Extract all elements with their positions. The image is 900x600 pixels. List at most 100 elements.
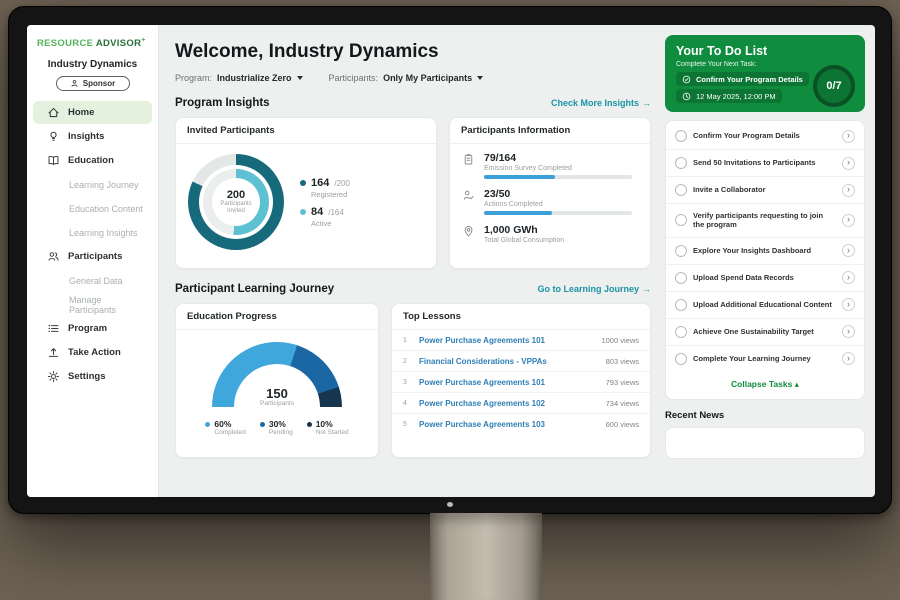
- sidebar-item-label: Home: [68, 107, 94, 118]
- info-value: 23/50: [484, 188, 638, 200]
- task-checkbox[interactable]: [675, 130, 687, 142]
- actions-icon: [462, 188, 476, 215]
- progress-bar: [484, 175, 632, 179]
- upload-icon: [47, 346, 60, 359]
- legend-value: 84: [311, 206, 323, 218]
- sidebar-item-label: Take Action: [68, 347, 121, 358]
- lesson-rank: 1: [403, 337, 411, 344]
- arrow-right-icon: →: [642, 284, 651, 294]
- sidebar-item-label: Participants: [68, 251, 122, 262]
- todo-task[interactable]: Verify participants requesting to join t…: [666, 204, 864, 238]
- sidebar-item-participants[interactable]: Participants: [33, 245, 152, 268]
- task-checkbox[interactable]: [675, 299, 687, 311]
- legend-item-registered: 164 /200 Registered: [300, 177, 350, 199]
- top-lessons-card: Top Lessons 1 Power Purchase Agreements …: [391, 303, 651, 458]
- task-checkbox[interactable]: [675, 245, 687, 257]
- chevron-right-icon[interactable]: ›: [842, 325, 855, 338]
- sidebar-item-learning-journey[interactable]: Learning Journey: [33, 173, 152, 196]
- main-content: Welcome, Industry Dynamics Program: Indu…: [159, 25, 663, 497]
- task-checkbox[interactable]: [675, 326, 687, 338]
- education-progress-card: Education Progress 150 Participants: [175, 303, 379, 458]
- sidebar-item-manage-participants[interactable]: Manage Participants: [33, 293, 152, 316]
- go-to-learning-journey-link[interactable]: Go to Learning Journey→: [537, 284, 651, 294]
- todo-task[interactable]: Upload Spend Data Records ›: [666, 265, 864, 292]
- chevron-right-icon[interactable]: ›: [842, 244, 855, 257]
- collapse-tasks-button[interactable]: Collapse Tasks ▴: [666, 372, 864, 397]
- info-row-actions: 23/50 Actions Completed: [462, 188, 638, 215]
- lessons-list: 1 Power Purchase Agreements 101 1000 vie…: [392, 330, 650, 434]
- sidebar-item-take-action[interactable]: Take Action: [33, 341, 152, 364]
- sidebar-item-settings[interactable]: Settings: [33, 365, 152, 388]
- bulb-icon: [47, 130, 60, 143]
- todo-task[interactable]: Achieve One Sustainability Target ›: [666, 319, 864, 346]
- chevron-down-icon: [297, 76, 303, 80]
- sidebar-item-insights[interactable]: Insights: [33, 125, 152, 148]
- recent-news-title: Recent News: [665, 410, 865, 421]
- filters-bar: Program: Industrialize Zero Participants…: [175, 73, 651, 83]
- participants-select[interactable]: Only My Participants: [383, 73, 483, 83]
- info-label: Actions Completed: [484, 201, 638, 208]
- invited-participants-card: Invited Participants 200 Participants In…: [175, 117, 437, 269]
- legend-label: Registered: [311, 190, 350, 199]
- info-row-consumption: 1,000 GWh Total Global Consumption: [462, 224, 638, 247]
- sidebar-nav: Home Insights Education Learning Journey: [27, 101, 158, 388]
- lesson-rank: 4: [403, 400, 411, 407]
- chevron-right-icon[interactable]: ›: [842, 184, 855, 197]
- chevron-right-icon[interactable]: ›: [842, 130, 855, 143]
- check-more-insights-link[interactable]: Check More Insights→: [551, 98, 651, 108]
- todo-task[interactable]: Confirm Your Program Details ›: [666, 123, 864, 150]
- app-window: RESOURCE ADVISOR+ Industry Dynamics Spon…: [27, 25, 875, 497]
- chevron-right-icon[interactable]: ›: [842, 298, 855, 311]
- task-checkbox[interactable]: [675, 353, 687, 365]
- chevron-right-icon[interactable]: ›: [842, 352, 855, 365]
- lesson-rank: 5: [403, 421, 411, 428]
- section-title-learning-journey: Participant Learning Journey: [175, 283, 334, 295]
- legend-item-completed: 60% Completed: [205, 419, 245, 436]
- gear-icon: [47, 370, 60, 383]
- sponsor-badge[interactable]: Sponsor: [56, 76, 130, 91]
- lesson-link[interactable]: Power Purchase Agreements 103: [419, 420, 598, 429]
- sidebar-item-home[interactable]: Home: [33, 101, 152, 124]
- invited-donut-chart: 200 Participants Invited: [188, 154, 284, 250]
- donut-center-value: 200: [227, 189, 245, 201]
- todo-task[interactable]: Send 50 Invitations to Participants ›: [666, 150, 864, 177]
- chevron-right-icon[interactable]: ›: [842, 157, 855, 170]
- lesson-views: 803 views: [606, 357, 639, 366]
- chevron-right-icon[interactable]: ›: [842, 271, 855, 284]
- lesson-link[interactable]: Power Purchase Agreements 102: [419, 399, 598, 408]
- task-checkbox[interactable]: [675, 184, 687, 196]
- logo-plus: +: [141, 37, 145, 44]
- todo-task[interactable]: Invite a Collaborator ›: [666, 177, 864, 204]
- recent-news-card[interactable]: [665, 427, 865, 459]
- task-checkbox[interactable]: [675, 157, 687, 169]
- section-title-program-insights: Program Insights: [175, 97, 270, 109]
- info-value: 79/164: [484, 152, 638, 164]
- legend-item-pending: 30% Pending: [260, 419, 293, 436]
- clock-icon: [682, 92, 691, 101]
- chevron-right-icon[interactable]: ›: [842, 214, 855, 227]
- todo-task[interactable]: Complete Your Learning Journey ›: [666, 346, 864, 372]
- lesson-link[interactable]: Power Purchase Agreements 101: [419, 378, 598, 387]
- card-title: Participants Information: [450, 118, 650, 144]
- lesson-views: 600 views: [606, 420, 639, 429]
- program-select[interactable]: Industrialize Zero: [217, 73, 303, 83]
- person-icon: [70, 79, 79, 88]
- sidebar-item-education-content[interactable]: Education Content: [33, 197, 152, 220]
- sidebar-item-education[interactable]: Education: [33, 149, 152, 172]
- task-checkbox[interactable]: [675, 214, 687, 226]
- sidebar-item-general-data[interactable]: General Data: [33, 269, 152, 292]
- donut-center-label: Participants Invited: [216, 201, 256, 216]
- sidebar-item-program[interactable]: Program: [33, 317, 152, 340]
- todo-task[interactable]: Explore Your Insights Dashboard ›: [666, 238, 864, 265]
- sponsor-badge-label: Sponsor: [83, 79, 115, 88]
- legend-dot: [260, 422, 265, 427]
- lesson-link[interactable]: Financial Considerations - VPPAs: [419, 357, 598, 366]
- lesson-link[interactable]: Power Purchase Agreements 101: [419, 336, 593, 345]
- scene: RESOURCE ADVISOR+ Industry Dynamics Spon…: [0, 0, 900, 600]
- todo-task[interactable]: Upload Additional Educational Content ›: [666, 292, 864, 319]
- logo-text-primary: RESOURCE: [37, 38, 93, 49]
- task-checkbox[interactable]: [675, 272, 687, 284]
- legend-dot: [307, 422, 312, 427]
- sidebar-item-label: Program: [68, 323, 107, 334]
- sidebar-item-learning-insights[interactable]: Learning Insights: [33, 221, 152, 244]
